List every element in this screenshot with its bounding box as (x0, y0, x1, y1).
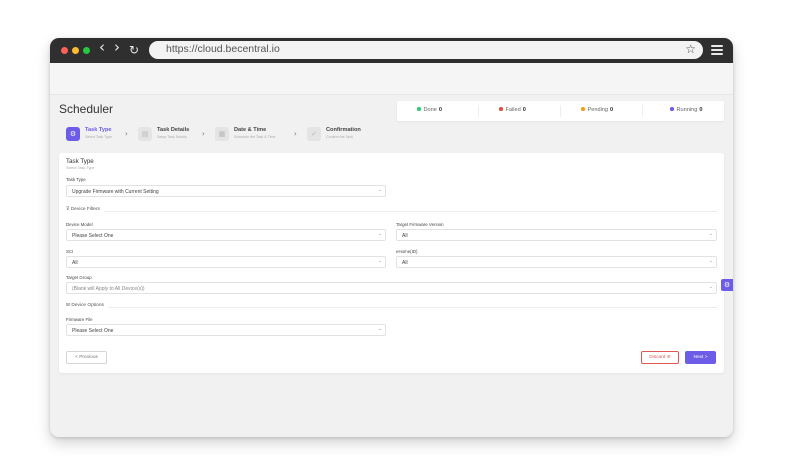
minimize-window-button[interactable] (72, 47, 79, 54)
target-group-placeholder: (Blank will Apply to All Device(s)) (72, 285, 145, 292)
chevron-down-icon: ⌄ (708, 284, 713, 290)
status-failed: Failed 0 (499, 107, 526, 113)
url-text: https://cloud.becentral.io (166, 43, 280, 55)
firmware-file-value: Please Select One (72, 327, 114, 334)
page-content: Scheduler Done 0 Failed 0 Pending 0 Running… (50, 63, 733, 437)
page-title: Scheduler (59, 102, 114, 116)
status-count: 0 (522, 107, 526, 113)
step-confirmation[interactable]: ✓ Confirmation Confirm the Task (307, 127, 367, 143)
status-count: 0 (610, 107, 614, 113)
chevron-down-icon: ⌄ (708, 258, 713, 264)
back-button[interactable]: ‹ (99, 39, 105, 55)
next-button[interactable]: Next > (685, 351, 716, 364)
status-label: Pending (587, 107, 609, 113)
step-subtitle: Confirm the Task (326, 135, 353, 139)
chevron-down-icon: ⌄ (377, 187, 382, 193)
target-group-input[interactable]: (Blank will Apply to All Device(s)) ⌄ (66, 282, 717, 294)
ehome-select[interactable]: All ⌄ (396, 256, 717, 268)
chevron-right-icon: › (125, 130, 128, 138)
device-model-select[interactable]: Please Select One ⌄ (66, 229, 386, 241)
maximize-window-button[interactable] (83, 47, 90, 54)
task-type-value: Upgrade Firmware with Current Setting (72, 188, 159, 195)
step-title: Date & Time (234, 127, 267, 133)
status-label: Failed (505, 107, 521, 113)
calendar-icon: ▦ (215, 127, 229, 141)
sci-select[interactable]: All ⌄ (66, 256, 386, 268)
previous-button[interactable]: < Previous (66, 351, 107, 364)
step-task-type[interactable]: ⚙ Task Type Select Task Type (66, 127, 126, 143)
status-summary: Done 0 Failed 0 Pending 0 Running 0 (397, 101, 724, 121)
top-strip (50, 63, 733, 95)
address-bar[interactable]: https://cloud.becentral.io ☆ (149, 41, 703, 59)
firmware-file-label: Firmware File (66, 317, 93, 322)
browser-toolbar: ‹ › ↻ https://cloud.becentral.io ☆ (50, 38, 733, 63)
target-group-label: Target Group (66, 275, 92, 280)
close-window-button[interactable] (61, 47, 68, 54)
ehome-label: eHome(ID) (396, 249, 418, 254)
status-running: Running 0 (670, 107, 702, 113)
step-title: Task Details (157, 127, 190, 133)
chevron-down-icon: ⌄ (708, 231, 713, 237)
device-options-label: Device Options (71, 303, 104, 308)
device-options-divider: ⊟ Device Options (66, 303, 717, 311)
step-subtitle: Select Task Type (85, 135, 113, 139)
status-label: Running (676, 107, 698, 113)
document-icon: ▤ (138, 127, 152, 141)
step-task-details[interactable]: ▤ Task Details Setup Task Details (138, 127, 204, 143)
chevron-down-icon: ⌄ (377, 231, 382, 237)
chevron-right-icon: › (294, 130, 297, 138)
task-form-card: Task Type Select Task Type Task Type Upg… (59, 153, 724, 373)
chevron-right-icon: › (202, 130, 205, 138)
section-title: Task Type (66, 158, 94, 165)
menu-icon[interactable] (711, 45, 723, 55)
step-title: Task Type (85, 127, 112, 133)
task-type-select[interactable]: Upgrade Firmware with Current Setting ⌄ (66, 185, 386, 197)
device-filters-divider: ⊽ Device Filters (66, 207, 717, 215)
settings-gear-icon[interactable]: ⚙ (721, 279, 733, 291)
device-model-value: Please Select One (72, 232, 114, 239)
status-label: Done (423, 107, 437, 113)
status-dot-icon (417, 107, 421, 111)
browser-window: ‹ › ↻ https://cloud.becentral.io ☆ Sched… (50, 38, 733, 437)
forward-button[interactable]: › (114, 39, 120, 55)
step-date-time[interactable]: ▦ Date & Time Schedule the Task & Time (215, 127, 291, 143)
status-done: Done 0 (417, 107, 442, 113)
ehome-value: All (402, 259, 408, 266)
status-pending: Pending 0 (581, 107, 613, 113)
discard-button[interactable]: Discard ⊘ (641, 351, 679, 364)
reload-button[interactable]: ↻ (129, 42, 139, 58)
target-firmware-select[interactable]: All ⌄ (396, 229, 717, 241)
sci-label: SCI (66, 249, 74, 254)
status-dot-icon (581, 107, 585, 111)
sci-value: All (72, 259, 78, 266)
status-dot-icon (499, 107, 503, 111)
device-filters-label: Device Filters (70, 207, 100, 212)
device-filters-title: ⊽ Device Filters (66, 207, 104, 212)
step-subtitle: Schedule the Task & Time (234, 135, 276, 139)
status-count: 0 (699, 107, 703, 113)
step-title: Confirmation (326, 127, 361, 133)
device-model-label: Device Model (66, 222, 93, 227)
target-firmware-value: All (402, 232, 408, 239)
task-type-label: Task Type (66, 177, 86, 182)
section-subtitle: Select Task Type (66, 166, 95, 170)
chevron-down-icon: ⌄ (377, 258, 382, 264)
status-dot-icon (670, 107, 674, 111)
device-options-title: ⊟ Device Options (66, 303, 108, 308)
bookmark-star-icon[interactable]: ☆ (685, 42, 696, 56)
task-icon: ⚙ (66, 127, 80, 141)
check-icon: ✓ (307, 127, 321, 141)
step-subtitle: Setup Task Details (157, 135, 187, 139)
status-count: 0 (438, 107, 442, 113)
firmware-file-select[interactable]: Please Select One ⌄ (66, 324, 386, 336)
target-firmware-label: Target Firmware Version (396, 222, 444, 227)
chevron-down-icon: ⌄ (377, 326, 382, 332)
